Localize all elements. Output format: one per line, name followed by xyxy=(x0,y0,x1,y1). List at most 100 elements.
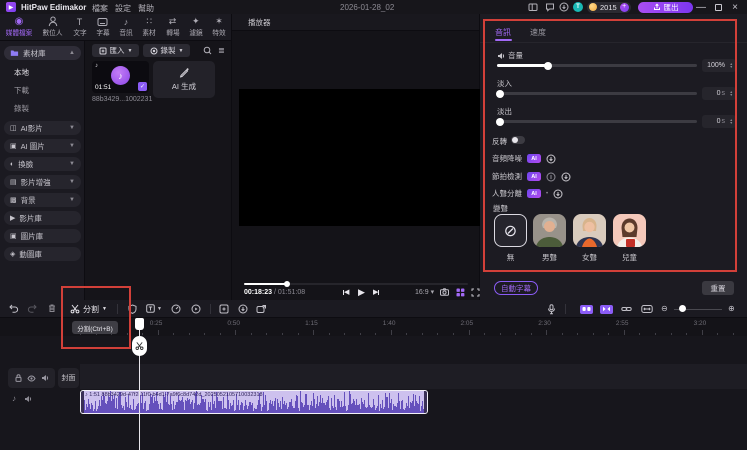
delete-icon[interactable] xyxy=(47,303,57,313)
prev-frame-button[interactable]: ◀ xyxy=(343,288,349,296)
minimize-button[interactable]: — xyxy=(694,0,708,14)
auto-snap-icon[interactable] xyxy=(600,304,613,314)
zoom-slider-handle[interactable] xyxy=(679,305,686,312)
sidebar-video-library[interactable]: ▶ 影片庫 xyxy=(4,211,81,225)
auto-subtitle-button[interactable]: 自動字幕 xyxy=(494,281,538,295)
gif-library-icon: ◈ xyxy=(10,251,16,258)
clip-label: ♪ 1:51 88b3429d-47f2-11f0-b4d1-7a9f6c8d7… xyxy=(85,392,263,398)
video-enhance-icon: ▤ xyxy=(10,179,17,186)
cover-button[interactable]: 封面 xyxy=(58,368,79,388)
sidebar-item-record[interactable]: 錄製 xyxy=(14,103,29,114)
sidebar: 素材庫 ▲ 本地 下載 錄製 ◫ AI影片 ▼ ▣ AI 圖片 ▼ ◐ 換臉 ▼ ▤ 影片增強 ▼… xyxy=(0,41,85,300)
preview-icon[interactable] xyxy=(191,304,201,314)
player-progress-bar[interactable] xyxy=(244,281,468,287)
menu-help[interactable]: 幫助 xyxy=(138,3,154,14)
split-tooltip: 分割(Ctrl+B) xyxy=(72,321,118,334)
sidebar-ai-video[interactable]: ◫ AI影片 ▼ xyxy=(4,121,81,135)
close-button[interactable]: × xyxy=(728,0,742,14)
sidebar-ai-image[interactable]: ▣ AI 圖片 ▼ xyxy=(4,139,81,153)
fit-timeline-icon[interactable] xyxy=(641,304,653,314)
feedback-icon[interactable] xyxy=(545,2,555,12)
media-panel: 匯入 ▼ 錄製 ▼ ≣ ♪ ♪ 01:51 ✓ 88b3429...1002231 … xyxy=(85,41,231,300)
aspect-ratio-select[interactable]: 16:9 ▾ xyxy=(415,288,434,296)
ai-generate-card[interactable]: AI 生成 xyxy=(153,61,215,98)
link-icon[interactable] xyxy=(621,304,632,314)
transition-icon: ⇄ xyxy=(168,16,177,26)
ribbon-elements[interactable]: ∷ 素材 xyxy=(142,16,156,38)
export-button[interactable]: 匯出 xyxy=(638,1,693,13)
sidebar-video-enhance[interactable]: ▤ 影片增強 ▼ xyxy=(4,175,81,189)
text-icon: T xyxy=(76,16,83,27)
import-button[interactable]: 匯入 ▼ xyxy=(92,44,139,57)
menu-settings[interactable]: 設定 xyxy=(115,3,131,14)
speed-icon[interactable] xyxy=(171,304,181,314)
sidebar-library[interactable]: 素材庫 ▲ xyxy=(4,46,81,60)
redo-icon[interactable] xyxy=(27,303,37,313)
mute-icon[interactable] xyxy=(24,395,32,403)
tracks-area: 封面 ♪ ♪ 1:51 88b3429d-47f2-11f0-b4d1-7a9f… xyxy=(0,336,747,450)
selected-checkbox[interactable]: ✓ xyxy=(138,82,147,91)
audio-clip-card[interactable]: ♪ ♪ 01:51 ✓ xyxy=(92,61,149,93)
ribbon-effects[interactable]: ✶ 特效 xyxy=(212,16,226,38)
user-avatar[interactable]: T xyxy=(573,2,583,12)
play-button[interactable]: ▶ xyxy=(358,287,365,298)
highlight-rect-split xyxy=(61,286,131,349)
next-frame-button[interactable]: ▶ xyxy=(373,288,380,296)
sidebar-face-swap[interactable]: ◐ 換臉 ▼ xyxy=(4,157,81,171)
download-icon[interactable] xyxy=(559,2,569,12)
sidebar-gif-library[interactable]: ◈ 動圖庫 xyxy=(4,247,81,261)
keyframe-icon[interactable] xyxy=(219,304,229,314)
ribbon-text[interactable]: T 文字 xyxy=(73,16,87,38)
list-view-icon[interactable]: ≣ xyxy=(218,46,225,55)
ribbon-filter[interactable]: ✦ 濾鏡 xyxy=(189,16,203,38)
fullscreen-icon[interactable] xyxy=(471,288,480,297)
maximize-button[interactable] xyxy=(711,0,725,14)
mic-icon[interactable] xyxy=(547,304,556,315)
layout-icon[interactable] xyxy=(528,2,538,12)
add-coins-icon[interactable]: + xyxy=(619,2,629,12)
coins-pill[interactable]: 2015 + xyxy=(587,1,631,13)
ribbon-audio[interactable]: ♪ 音訊 xyxy=(119,16,133,38)
player-timecode: 00:18:23 / 01:51:08 xyxy=(244,289,306,296)
left-column: ◉ 媒體檔案 數位人 T 文字 字幕 ♪ 音訊 ∷ 素材 ⇄ 轉場 ✦ 濾鏡 ✶ 特效 素材庫… xyxy=(0,14,232,300)
eye-icon[interactable] xyxy=(26,374,36,382)
music-note-icon: ♪ xyxy=(12,394,16,403)
mute-icon[interactable] xyxy=(41,374,49,382)
player-header: 播放器 xyxy=(232,14,479,31)
download-track-icon[interactable] xyxy=(238,304,248,314)
audio-clip[interactable]: ♪ 1:51 88b3429d-47f2-11f0-b4d1-7a9f6c8d7… xyxy=(80,390,428,414)
search-icon[interactable] xyxy=(203,46,212,55)
record-button[interactable]: 錄製 ▼ xyxy=(143,44,190,57)
progress-handle[interactable] xyxy=(284,281,290,287)
sidebar-background[interactable]: ▩ 背景 ▼ xyxy=(4,193,81,207)
reset-button[interactable]: 重置 xyxy=(702,281,734,295)
ribbon-transition[interactable]: ⇄ 轉場 xyxy=(166,16,180,38)
zoom-out-icon[interactable]: ⊖ xyxy=(661,304,668,313)
ribbon-avatar[interactable]: 數位人 xyxy=(42,16,63,38)
project-date: 2026-01-28_02 xyxy=(340,2,395,12)
video-track-lane[interactable] xyxy=(80,364,747,389)
lock-icon[interactable] xyxy=(15,374,22,382)
ribbon-toolbar: ◉ 媒體檔案 數位人 T 文字 字幕 ♪ 音訊 ∷ 素材 ⇄ 轉場 ✦ 濾鏡 ✶ 特效 xyxy=(0,14,231,41)
app-title: HitPaw Edimakor xyxy=(21,2,87,12)
playhead-handle[interactable] xyxy=(135,318,144,330)
undo-icon[interactable] xyxy=(9,303,19,313)
sidebar-item-local[interactable]: 本地 xyxy=(14,67,29,78)
image-library-icon: ▣ xyxy=(10,233,17,240)
grid-view-icon[interactable] xyxy=(456,288,465,297)
clip-left-handle[interactable] xyxy=(81,391,84,413)
snapshot-icon[interactable] xyxy=(440,288,449,296)
titlebar: ▶ HitPaw Edimakor 檔案 設定 幫助 2026-01-28_02… xyxy=(0,0,747,14)
ribbon-subtitle[interactable]: 字幕 xyxy=(96,16,110,38)
clip-right-handle[interactable] xyxy=(424,391,427,413)
zoom-in-icon[interactable]: ⊕ xyxy=(728,304,735,313)
sidebar-item-download[interactable]: 下載 xyxy=(14,85,29,96)
menu-file[interactable]: 檔案 xyxy=(92,3,108,14)
ripple-edit-icon[interactable] xyxy=(580,304,593,314)
ribbon-media[interactable]: ◉ 媒體檔案 xyxy=(5,16,33,38)
export-clip-icon[interactable] xyxy=(256,304,267,314)
sidebar-image-library[interactable]: ▣ 圖片庫 xyxy=(4,229,81,243)
effects-icon: ✶ xyxy=(215,16,223,26)
text-tool-icon[interactable]: ▼ xyxy=(146,304,162,313)
audio-track-controls: ♪ xyxy=(12,394,42,403)
